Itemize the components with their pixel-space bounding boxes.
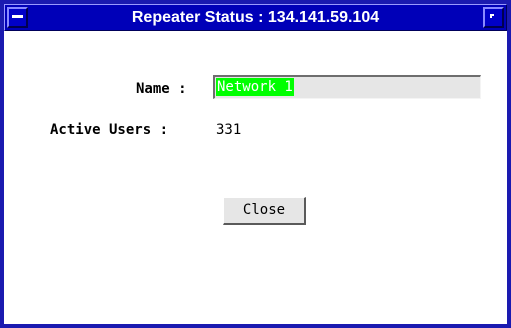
name-field-value: Network 1 xyxy=(216,78,294,96)
maximize-icon[interactable] xyxy=(483,7,504,28)
dialog-body: Name : Network 1 Active Users : 331 Clos… xyxy=(4,31,507,324)
title-bar[interactable]: Repeater Status : 134.141.59.104 xyxy=(4,4,507,31)
name-field[interactable]: Network 1 xyxy=(213,75,481,99)
window-menu-icon[interactable] xyxy=(7,7,28,28)
active-users-value: 331 xyxy=(216,122,242,138)
name-label: Name : xyxy=(136,81,187,97)
menu-bar-glyph xyxy=(12,15,23,18)
active-users-label: Active Users : xyxy=(50,122,169,138)
dialog-window: Repeater Status : 134.141.59.104 Name : … xyxy=(0,0,511,328)
maximize-glyph xyxy=(490,14,494,18)
close-button[interactable]: Close xyxy=(223,197,306,225)
window-title: Repeater Status : 134.141.59.104 xyxy=(131,9,380,26)
